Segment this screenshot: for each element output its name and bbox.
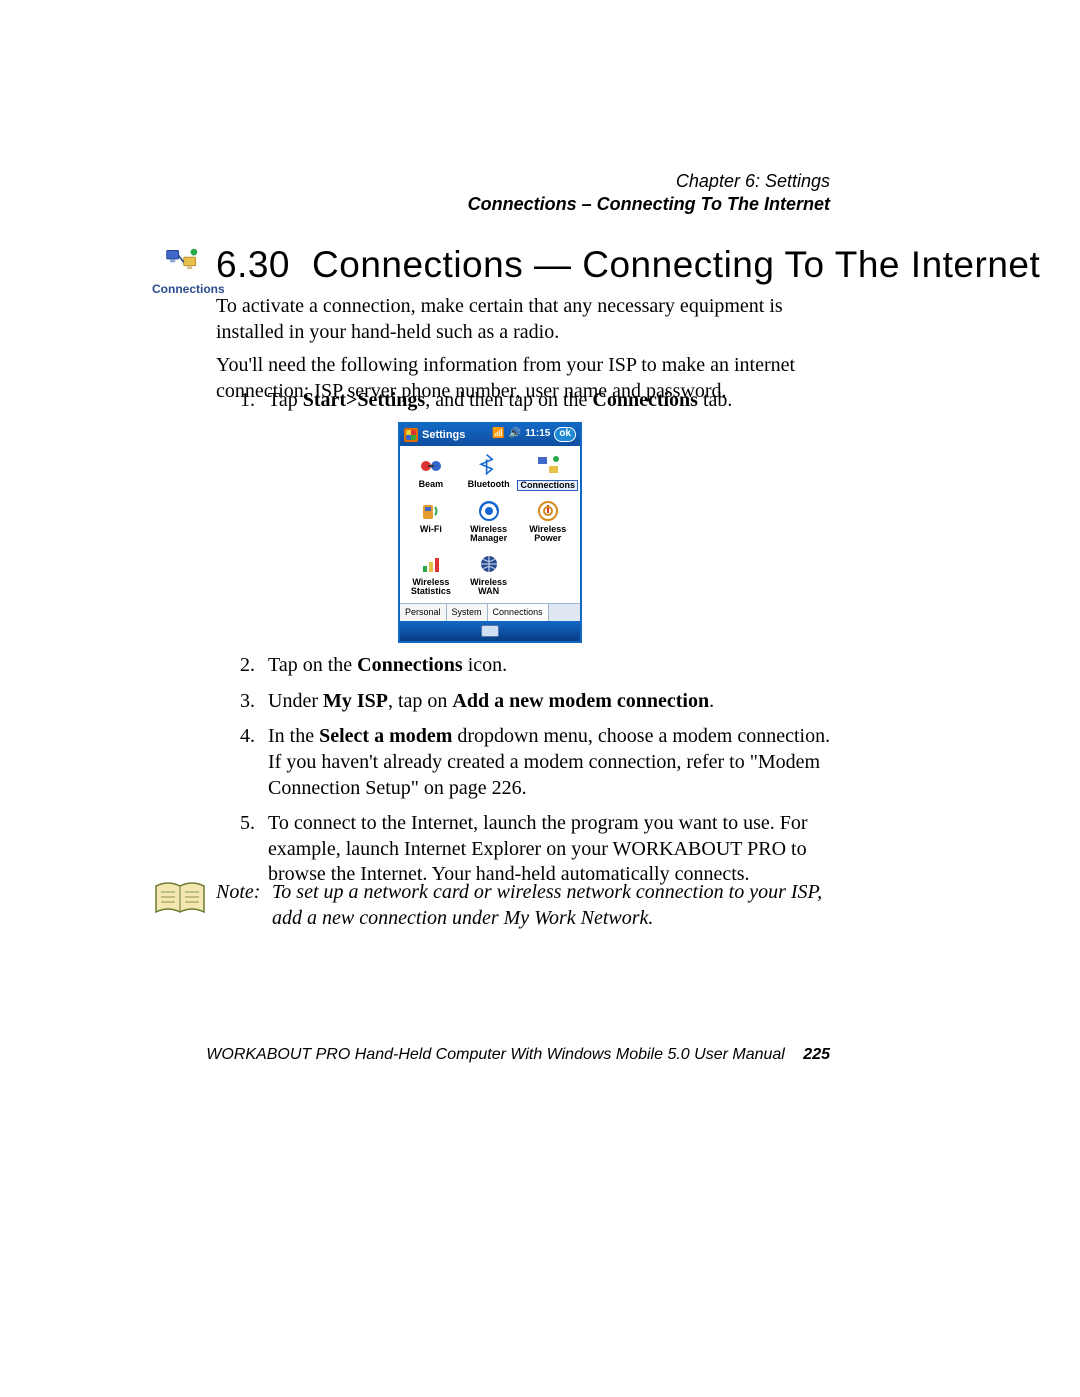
wireless-wan-icon bbox=[475, 552, 503, 576]
volume-icon: 🔊 bbox=[509, 428, 521, 441]
chapter-label: Chapter 6: Settings bbox=[468, 170, 830, 193]
grid-item-bluetooth[interactable]: Bluetooth bbox=[460, 452, 518, 495]
grid-item-wireless-power[interactable]: Wireless Power bbox=[517, 497, 578, 548]
start-flag-icon bbox=[404, 428, 418, 442]
page-footer: WORKABOUT PRO Hand-Held Computer With Wi… bbox=[0, 1046, 1080, 1064]
grid-item-wifi[interactable]: Wi-Fi bbox=[402, 497, 460, 548]
section-icon-label: Connections bbox=[152, 282, 212, 296]
note-block: Note: To set up a network card or wirele… bbox=[216, 880, 828, 931]
grid-item-wireless-wan[interactable]: Wireless WAN bbox=[460, 550, 518, 601]
titlebar-title: Settings bbox=[422, 428, 465, 442]
beam-icon bbox=[417, 454, 445, 478]
page-header: Chapter 6: Settings Connections – Connec… bbox=[468, 170, 830, 215]
step-2: 2. Tap on the Connections icon. bbox=[240, 653, 840, 679]
soft-key-bar bbox=[400, 621, 580, 641]
section-heading: 6.30 Connections — Connecting To The Inte… bbox=[216, 244, 1040, 286]
grid-item-beam[interactable]: Beam bbox=[402, 452, 460, 495]
tab-personal[interactable]: Personal bbox=[400, 604, 447, 622]
ok-button[interactable]: ok bbox=[554, 427, 576, 442]
grid-item-wireless-stats[interactable]: Wireless Statistics bbox=[402, 550, 460, 601]
step-3: 3. Under My ISP, tap on Add a new modem … bbox=[240, 689, 840, 715]
section-title: Connections — Connecting To The Internet bbox=[312, 244, 1040, 285]
connections-icon bbox=[534, 454, 562, 478]
signal-icon: 📶 bbox=[492, 428, 504, 441]
keyboard-icon[interactable] bbox=[481, 625, 499, 637]
grid-item-wireless-manager[interactable]: Wireless Manager bbox=[460, 497, 518, 548]
tab-system[interactable]: System bbox=[447, 604, 488, 622]
tab-connections[interactable]: Connections bbox=[488, 604, 549, 622]
clock: 11:15 bbox=[525, 428, 550, 441]
settings-grid: Beam Bluetooth Connections bbox=[400, 446, 580, 603]
section-label: Connections – Connecting To The Internet bbox=[468, 193, 830, 216]
steps-list: 1. Tap Start>Settings, and then tap on t… bbox=[240, 388, 840, 898]
step-5: 5. To connect to the Internet, launch th… bbox=[240, 811, 840, 888]
wireless-power-icon bbox=[534, 499, 562, 523]
connections-icon bbox=[165, 247, 199, 275]
wireless-stats-icon bbox=[417, 552, 445, 576]
wifi-icon bbox=[417, 499, 445, 523]
note-text: To set up a network card or wireless net… bbox=[272, 880, 828, 931]
note-label: Note: bbox=[216, 880, 272, 931]
page-number: 225 bbox=[803, 1046, 830, 1063]
device-screenshot: Settings 📶 🔊 11:15 ok Beam bbox=[398, 422, 578, 644]
footer-text: WORKABOUT PRO Hand-Held Computer With Wi… bbox=[206, 1046, 785, 1063]
note-book-icon bbox=[152, 878, 208, 923]
wireless-manager-icon bbox=[475, 499, 503, 523]
titlebar: Settings 📶 🔊 11:15 ok bbox=[400, 424, 580, 446]
step-1: 1. Tap Start>Settings, and then tap on t… bbox=[240, 388, 840, 643]
section-number: 6.30 bbox=[216, 244, 290, 286]
intro-p1: To activate a connection, make certain t… bbox=[216, 294, 828, 345]
settings-tabs: Personal System Connections bbox=[400, 603, 580, 622]
grid-item-connections[interactable]: Connections bbox=[517, 452, 578, 495]
bluetooth-icon bbox=[475, 454, 503, 478]
section-icon-block: Connections bbox=[152, 247, 212, 296]
step-4: 4. In the Select a modem dropdown menu, … bbox=[240, 724, 840, 801]
